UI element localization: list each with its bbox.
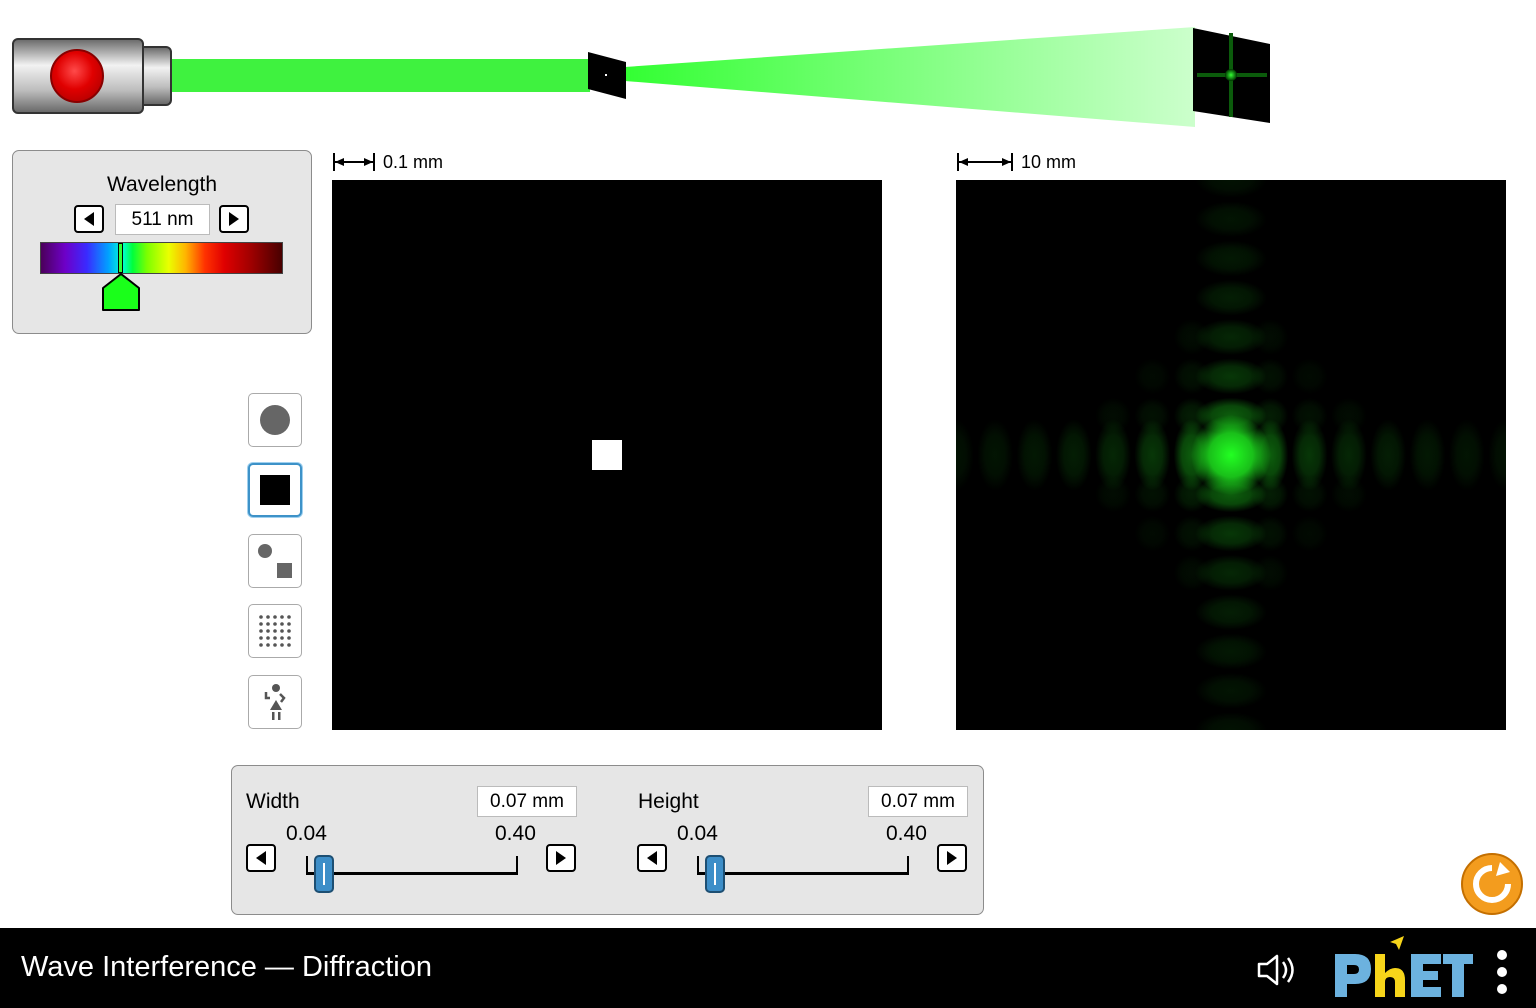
aperture-hole xyxy=(605,74,607,76)
left-arrow-icon xyxy=(84,212,94,226)
aperture-scale-label: 0.1 mm xyxy=(383,152,444,172)
width-readout: 0.07 mm xyxy=(477,786,577,817)
wavelength-spectrum-slider[interactable] xyxy=(40,242,283,274)
left-arrow-icon xyxy=(256,851,266,865)
wavelength-readout: 511 nm xyxy=(115,204,210,235)
width-min-label: 0.04 xyxy=(286,822,327,845)
height-label: Height xyxy=(638,790,699,813)
wavelength-title: Wavelength xyxy=(106,173,218,196)
diffraction-spot xyxy=(1448,419,1485,491)
height-readout: 0.07 mm xyxy=(868,786,968,817)
width-decrement-button[interactable] xyxy=(246,844,276,872)
height-increment-button[interactable] xyxy=(937,844,967,872)
wavelength-increment-button[interactable] xyxy=(219,205,249,233)
diffraction-spot xyxy=(1195,594,1267,631)
right-arrow-icon xyxy=(556,851,566,865)
diffraction-spot xyxy=(1134,476,1171,513)
kebab-menu-icon[interactable] xyxy=(1490,948,1514,996)
sim-title: Wave Interference — Diffraction xyxy=(21,951,432,983)
diffraction-spot xyxy=(1055,419,1092,491)
height-slider-track[interactable] xyxy=(697,872,909,875)
circle-icon xyxy=(260,405,290,435)
diffraction-spot xyxy=(1134,358,1171,395)
diffraction-spot xyxy=(1291,358,1328,395)
wavelength-slider-thumb[interactable] xyxy=(100,272,142,314)
height-decrement-button[interactable] xyxy=(637,844,667,872)
diffraction-spot xyxy=(1291,515,1328,552)
diffraction-spot xyxy=(1291,476,1328,513)
gaussian-aperture-button[interactable] xyxy=(248,534,302,588)
width-label: Width xyxy=(246,790,300,813)
wave-lady-aperture-button[interactable] xyxy=(248,675,302,729)
diffraction-spot xyxy=(977,419,1014,491)
height-max-label: 0.40 xyxy=(886,822,927,845)
spreading-light-cone xyxy=(625,27,1195,127)
height-min-label: 0.04 xyxy=(677,822,718,845)
diffraction-spot xyxy=(1252,476,1289,513)
diffraction-spot xyxy=(1252,358,1289,395)
circle-aperture-button[interactable] xyxy=(248,393,302,447)
speaker-icon[interactable] xyxy=(1255,950,1305,990)
square-aperture-opening xyxy=(592,440,622,470)
diffraction-spot xyxy=(1134,515,1171,552)
wavelength-decrement-button[interactable] xyxy=(74,205,104,233)
diffraction-spot xyxy=(1252,515,1289,552)
square-icon xyxy=(260,475,290,505)
lady-icon xyxy=(264,684,286,720)
height-slider-thumb[interactable] xyxy=(704,855,725,893)
pattern-scale-label: 10 mm xyxy=(1021,152,1077,172)
pattern-scale-indicator xyxy=(957,153,1013,171)
dot-grid-icon xyxy=(259,615,291,647)
diffraction-spot xyxy=(1095,476,1132,513)
beam-spread-graphic xyxy=(588,27,1270,127)
laser-beam xyxy=(172,59,590,92)
diffraction-spot xyxy=(1016,419,1053,491)
right-arrow-icon xyxy=(947,851,957,865)
diffraction-spot xyxy=(1195,201,1267,238)
diffraction-spot xyxy=(1252,554,1289,591)
diffraction-spot xyxy=(1195,633,1267,670)
navigation-bar: Wave Interference — Diffraction xyxy=(0,928,1536,1008)
diffraction-spot xyxy=(1330,476,1367,513)
width-max-label: 0.40 xyxy=(495,822,536,845)
diffraction-spot xyxy=(1370,419,1407,491)
width-increment-button[interactable] xyxy=(546,844,576,872)
diffraction-pattern-screen xyxy=(956,180,1506,730)
aperture-screen xyxy=(332,180,882,730)
diffraction-spot xyxy=(1195,240,1267,277)
width-slider-thumb[interactable] xyxy=(313,855,334,893)
width-slider-track[interactable] xyxy=(306,872,518,875)
right-arrow-icon xyxy=(229,212,239,226)
diffraction-spot xyxy=(1409,419,1446,491)
diffraction-spot xyxy=(1195,279,1267,316)
phet-logo[interactable] xyxy=(1328,934,1480,1004)
laser-nozzle xyxy=(142,46,172,106)
reset-all-button[interactable] xyxy=(1460,852,1524,916)
laser-on-button[interactable] xyxy=(50,49,104,103)
aperture-scale-indicator xyxy=(333,153,375,171)
diffraction-spot xyxy=(1252,319,1289,356)
diffraction-spot xyxy=(1195,672,1267,709)
wavelength-indicator-line xyxy=(118,243,123,273)
square-aperture-button[interactable] xyxy=(248,463,302,517)
grid-aperture-button[interactable] xyxy=(248,604,302,658)
circle-square-icon xyxy=(258,544,292,578)
left-arrow-icon xyxy=(647,851,657,865)
